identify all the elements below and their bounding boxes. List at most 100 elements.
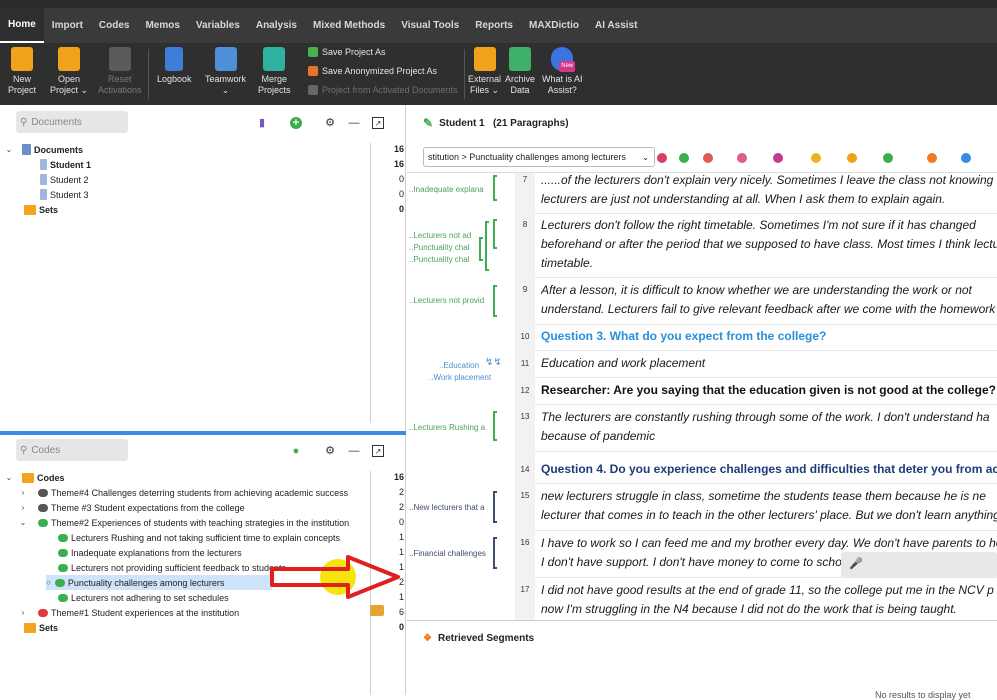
- gear-icon[interactable]: ⚙: [324, 117, 336, 129]
- code-item[interactable]: › Theme#4 Challenges deterring students …: [18, 485, 349, 500]
- tab-mixed-methods[interactable]: Mixed Methods: [305, 8, 393, 43]
- chevron-down-icon[interactable]: ⌄: [18, 518, 28, 527]
- code-item[interactable]: Lecturers not adhering to set schedules: [58, 590, 229, 605]
- coding-stripe[interactable]: [493, 491, 497, 523]
- activation-circle-icon[interactable]: ○: [46, 578, 51, 587]
- coding-stripe[interactable]: [493, 219, 497, 249]
- new-document-icon[interactable]: ▮: [256, 117, 268, 129]
- margin-code-label[interactable]: ..Financial challenges: [409, 549, 486, 558]
- code-item[interactable]: ⌄ Theme#2 Experiences of students with t…: [18, 515, 350, 530]
- tab-import[interactable]: Import: [44, 8, 91, 43]
- code-sets[interactable]: Sets: [24, 620, 58, 635]
- code-item[interactable]: Inadequate explanations from the lecture…: [58, 545, 242, 560]
- tab-reports[interactable]: Reports: [467, 8, 521, 43]
- link-icon[interactable]: [883, 153, 893, 163]
- tab-memos[interactable]: Memos: [137, 8, 187, 43]
- coding-stripe[interactable]: [485, 221, 489, 271]
- reset-activations-button[interactable]: Reset Activations: [98, 47, 142, 96]
- merge-projects-button[interactable]: Merge Projects: [258, 47, 291, 96]
- pane-splitter[interactable]: [0, 431, 406, 435]
- document-item[interactable]: Student 1: [40, 157, 91, 172]
- emoji-icon[interactable]: [811, 153, 821, 163]
- code-in-vivo-icon[interactable]: [703, 153, 713, 163]
- save-project-as-button[interactable]: Save Project As: [308, 47, 386, 57]
- chevron-right-icon[interactable]: ›: [18, 608, 28, 617]
- code-item-selected[interactable]: ○ Punctuality challenges among lecturers: [46, 575, 272, 590]
- code-with-code-icon[interactable]: [679, 153, 689, 163]
- paragraph-separator: [535, 277, 997, 278]
- add-icon[interactable]: +: [290, 117, 302, 129]
- chevron-down-icon[interactable]: ⌄: [4, 473, 14, 482]
- code-icon: [54, 578, 65, 587]
- margin-code-label[interactable]: ..Lecturers not provid: [409, 296, 484, 305]
- ai-icon[interactable]: [961, 153, 971, 163]
- margin-code-label[interactable]: ..Lecturers Rushing a: [409, 423, 485, 432]
- code-item[interactable]: Lecturers not providing sufficient feedb…: [58, 560, 286, 575]
- emoticode-icon[interactable]: [737, 153, 747, 163]
- sliders-icon[interactable]: ↯↯: [485, 357, 502, 368]
- microphone-icon[interactable]: 🎤: [849, 557, 863, 570]
- margin-code-label[interactable]: ..Lecturers not ad: [409, 231, 471, 240]
- coding-stripe[interactable]: [493, 285, 497, 317]
- documents-count: 16: [393, 144, 404, 154]
- margin-code-label[interactable]: ..Work placement: [429, 373, 491, 382]
- window-top-strip: [0, 0, 997, 8]
- new-memo-icon[interactable]: [847, 153, 857, 163]
- tab-codes[interactable]: Codes: [91, 8, 138, 43]
- ribbon-divider: [464, 49, 465, 99]
- minus-icon[interactable]: —: [348, 445, 360, 457]
- document-item[interactable]: Student 3: [40, 187, 89, 202]
- save-anonymized-button[interactable]: Save Anonymized Project As: [308, 66, 437, 76]
- tab-variables[interactable]: Variables: [188, 8, 248, 43]
- highlight-pen-icon[interactable]: [773, 153, 783, 163]
- margin-code-label[interactable]: ..New lecturers that a: [409, 503, 485, 512]
- retrieved-segments-panel: ❖ Retrieved Segments No results to displ…: [407, 620, 997, 700]
- archive-data-button[interactable]: Archive Data: [505, 47, 535, 96]
- codes-root[interactable]: ⌄ Codes: [4, 470, 65, 485]
- new-code-icon[interactable]: ●: [290, 445, 302, 457]
- open-project-button[interactable]: Open Project ⌄: [50, 47, 88, 96]
- margin-code-label[interactable]: ..Education: [439, 361, 479, 370]
- what-is-ai-assist-button[interactable]: New What is AI Assist?: [542, 47, 583, 96]
- project-from-activated-button[interactable]: Project from Activated Documents: [308, 85, 458, 95]
- comment-icon[interactable]: [927, 153, 937, 163]
- popout-icon[interactable]: ↗: [372, 445, 384, 457]
- coding-stripe[interactable]: [493, 537, 497, 569]
- external-files-button[interactable]: External Files ⌄: [468, 47, 501, 96]
- logbook-button[interactable]: Logbook: [157, 47, 192, 85]
- tab-home[interactable]: Home: [0, 8, 44, 43]
- code-with-new-code-icon[interactable]: [657, 153, 667, 163]
- coding-stripe[interactable]: [493, 175, 497, 201]
- margin-code-label[interactable]: ..Punctuality chal: [409, 243, 469, 252]
- code-selector-dropdown[interactable]: stitution > Punctuality challenges among…: [423, 147, 655, 167]
- chevron-down-icon[interactable]: ⌄: [4, 145, 14, 154]
- document-sets[interactable]: Sets: [24, 202, 58, 217]
- code-item[interactable]: Lecturers Rushing and not taking suffici…: [58, 530, 340, 545]
- margin-code-label[interactable]: ..Inadequate explana: [409, 185, 484, 194]
- new-project-icon: [11, 47, 33, 71]
- paragraph-number: 7: [522, 175, 528, 184]
- coding-stripe[interactable]: [493, 411, 497, 441]
- new-project-button[interactable]: New Project: [8, 47, 36, 96]
- gear-icon[interactable]: ⚙: [324, 445, 336, 457]
- tab-maxdictio[interactable]: MAXDictio: [521, 8, 587, 43]
- tab-ai-assist[interactable]: AI Assist: [587, 8, 645, 43]
- dictation-bar[interactable]: 🎤: [841, 552, 997, 578]
- chevron-right-icon[interactable]: ›: [18, 503, 28, 512]
- paragraph-line: understand. Lecturers fail to give relev…: [541, 302, 997, 316]
- tab-analysis[interactable]: Analysis: [248, 8, 305, 43]
- codes-search[interactable]: ⚲ Codes: [16, 439, 128, 461]
- teamwork-button[interactable]: Teamwork ⌄: [205, 47, 246, 96]
- documents-root[interactable]: ⌄ Documents: [4, 142, 83, 157]
- chevron-right-icon[interactable]: ›: [18, 488, 28, 497]
- tab-visual-tools[interactable]: Visual Tools: [393, 8, 467, 43]
- code-item[interactable]: › Theme #3 Student expectations from the…: [18, 500, 245, 515]
- document-item[interactable]: Student 2: [40, 172, 89, 187]
- code-item[interactable]: › Theme#1 Student experiences at the ins…: [18, 605, 239, 620]
- coding-stripe[interactable]: [479, 237, 483, 261]
- logbook-icon: [165, 47, 184, 71]
- documents-search[interactable]: ⚲ Documents: [16, 111, 128, 133]
- margin-code-label[interactable]: ..Punctuality chal: [409, 255, 469, 264]
- minus-icon[interactable]: —: [348, 117, 360, 129]
- popout-icon[interactable]: ↗: [372, 117, 384, 129]
